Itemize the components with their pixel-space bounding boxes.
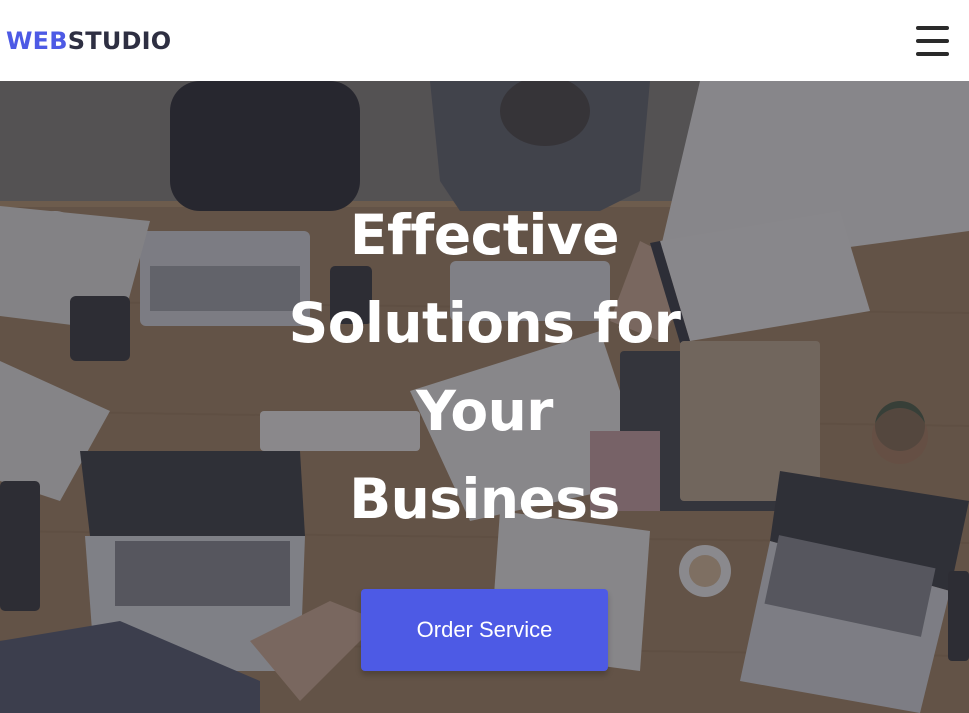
hero-content: Effective Solutions for Your Business Or… [0,81,969,713]
menu-button[interactable] [916,25,949,56]
logo-accent-text: WEB [6,26,68,55]
site-header: WEBSTUDIO [0,0,969,81]
hero-title: Effective Solutions for Your Business [288,203,681,531]
logo[interactable]: WEBSTUDIO [6,27,171,55]
hamburger-menu-icon-line [916,51,949,56]
hamburger-menu-icon-line [916,38,949,43]
logo-rest-text: STUDIO [67,26,172,55]
hamburger-menu-icon-line [916,25,949,30]
hero-section: Effective Solutions for Your Business Or… [0,81,969,713]
order-service-button[interactable]: Order Service [361,589,608,671]
